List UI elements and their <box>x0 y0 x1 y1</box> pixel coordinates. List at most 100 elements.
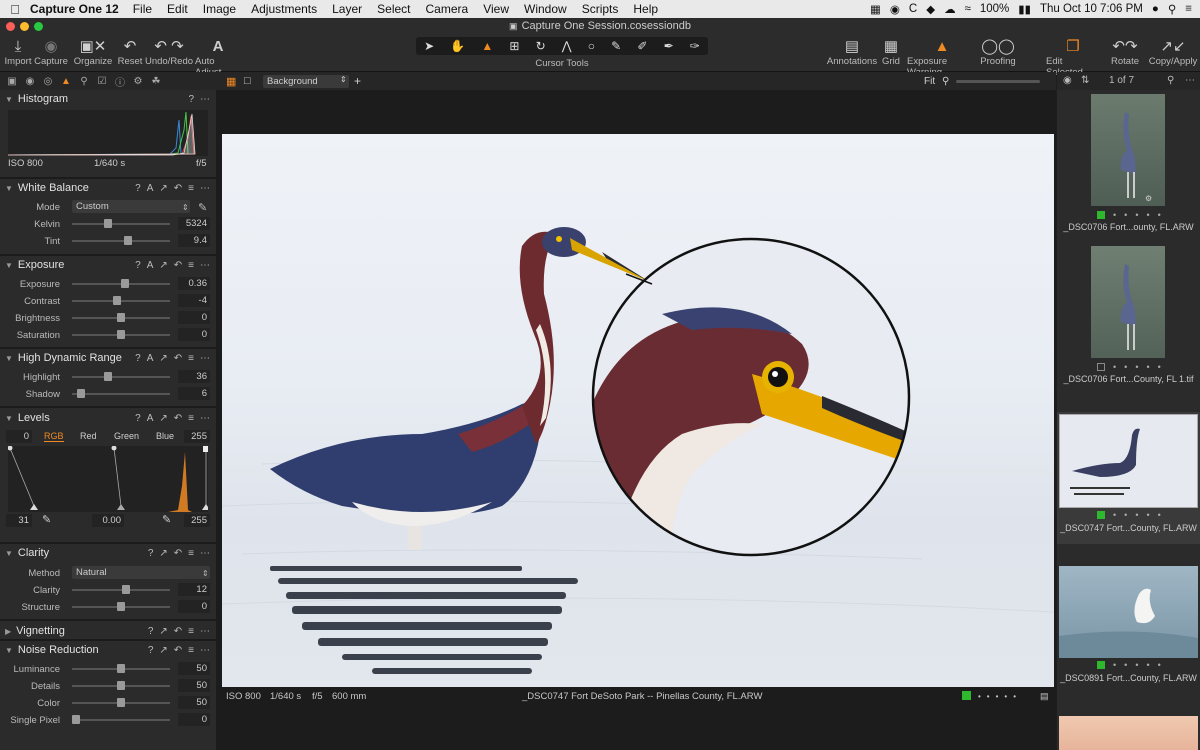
help-icon[interactable]: ? <box>135 183 141 194</box>
star-rating[interactable]: ••••• <box>978 692 1022 701</box>
more-icon[interactable]: ⋯ <box>200 183 210 194</box>
reset-icon[interactable]: ↶ <box>174 626 182 637</box>
histogram-header[interactable]: ▼ Histogram? ⋯ <box>0 90 216 108</box>
undo-redo-button[interactable]: ↶ ↷ Undo/Redo <box>145 36 193 67</box>
select-cursor-icon[interactable]: ➤ <box>424 39 434 53</box>
help-icon[interactable]: ? <box>135 413 141 424</box>
zoom-slider[interactable] <box>956 80 1040 83</box>
layer-brush-icon[interactable]: ▲ <box>481 39 493 53</box>
crop-icon[interactable]: ⊞ <box>509 39 519 53</box>
auto-icon[interactable]: A <box>147 183 154 194</box>
shadow-value[interactable]: 6 <box>178 387 210 400</box>
reset-icon[interactable]: ↶ <box>174 260 182 271</box>
multi-view-icon[interactable]: ▦ <box>226 75 236 88</box>
minimize-window-button[interactable] <box>20 22 29 31</box>
brightness-slider-knob[interactable] <box>117 313 125 322</box>
shadow-slider[interactable] <box>72 393 170 395</box>
help-icon[interactable]: ? <box>148 626 154 637</box>
highlight-slider-knob[interactable] <box>104 372 113 381</box>
single-view-icon[interactable]: □ <box>244 75 251 87</box>
details-slider-knob[interactable] <box>117 681 125 690</box>
apple-menu-icon[interactable]:  <box>0 2 30 17</box>
clarity-header[interactable]: ▼ Clarity? ↗ ↶ ≡ ⋯ <box>0 544 216 562</box>
white-eyedropper-icon[interactable]: ✎ <box>162 513 171 526</box>
color-slider-knob[interactable] <box>117 698 125 707</box>
levels-channel-blue[interactable]: Blue <box>156 431 174 441</box>
tint-value[interactable]: 9.4 <box>178 234 210 247</box>
levels-mid-value[interactable]: 0.00 <box>92 514 124 527</box>
reset-icon[interactable]: ↶ <box>174 183 182 194</box>
menu-edit[interactable]: Edit <box>167 2 188 16</box>
cloud-icon[interactable]: ☁ <box>944 2 956 16</box>
menu-window[interactable]: Window <box>524 2 567 16</box>
presets-icon[interactable]: ≡ <box>188 548 194 559</box>
more-icon[interactable]: ⋯ <box>200 413 210 424</box>
spot-removal-icon[interactable]: ○ <box>588 39 595 53</box>
proofing-button[interactable]: ◯◯ Proofing <box>980 36 1016 67</box>
info-panel-icon[interactable]: ▤ <box>1040 691 1049 702</box>
zoom-fit-label[interactable]: Fit <box>924 76 935 87</box>
help-icon[interactable]: ? <box>135 260 141 271</box>
clarity-slider-knob[interactable] <box>122 585 131 594</box>
hdr-header[interactable]: ▼ High Dynamic Range? A ↗ ↶ ≡ ⋯ <box>0 349 216 367</box>
contrast-value[interactable]: -4 <box>178 294 210 307</box>
reset-button[interactable]: ↶ Reset <box>117 36 143 67</box>
eye-icon[interactable]: ◉ <box>1063 75 1072 86</box>
eraser-icon[interactable]: ✑ <box>690 39 700 53</box>
menu-image[interactable]: Image <box>203 2 236 16</box>
exposure-header[interactable]: ▼ Exposure? A ↗ ↶ ≡ ⋯ <box>0 256 216 274</box>
color-tag[interactable] <box>1097 661 1105 669</box>
levels-top-right-handle[interactable] <box>203 446 208 452</box>
wifi-icon[interactable]: ≈ <box>965 3 971 15</box>
reset-icon[interactable]: ↶ <box>174 548 182 559</box>
levels-channel-red[interactable]: Red <box>80 431 97 441</box>
thumbnail[interactable]: • • • • • _DSC0891 Fort...County, FL.ARW <box>1057 566 1200 716</box>
more-icon[interactable]: ⋯ <box>200 548 210 559</box>
exposure-value[interactable]: 0.36 <box>178 277 210 290</box>
highlight-slider[interactable] <box>72 376 170 378</box>
levels-channel-rgb[interactable]: RGB <box>44 431 64 442</box>
film-icon[interactable]: ▦ <box>870 2 881 16</box>
thumbnail[interactable]: • • • • • _DSC0706 Fort...County, FL 1.tif <box>1057 242 1200 392</box>
eyedropper-icon[interactable]: ✎ <box>198 201 207 214</box>
thumbnail-rating[interactable]: • • • • • <box>1097 660 1177 670</box>
more-icon[interactable]: ⋯ <box>200 353 210 364</box>
library-tab-icon[interactable]: ▣ <box>6 76 18 87</box>
auto-icon[interactable]: A <box>147 413 154 424</box>
copy-icon[interactable]: ↗ <box>159 645 167 656</box>
levels-channel-green[interactable]: Green <box>114 431 139 441</box>
noise-reduction-header[interactable]: ▼ Noise Reduction? ↗ ↶ ≡ ⋯ <box>0 641 216 659</box>
thumbnail[interactable]: ⚙ • • • • • _DSC0706 Fort...ounty, FL.ARW <box>1057 90 1200 240</box>
kelvin-value[interactable]: 5324 <box>178 217 210 230</box>
clarity-value[interactable]: 12 <box>178 583 210 596</box>
help-icon[interactable]: ? <box>135 353 141 364</box>
more-icon[interactable]: ⋯ <box>200 626 210 637</box>
c-status-icon[interactable]: C <box>909 3 917 15</box>
menu-camera[interactable]: Camera <box>426 2 469 16</box>
levels-output-high[interactable]: 255 <box>184 430 210 443</box>
thumbnail-selected[interactable]: • • • • • _DSC0747 Fort...County, FL.ARW <box>1057 412 1200 544</box>
thumbnail-rating[interactable]: • • • • • <box>1097 362 1177 372</box>
black-eyedropper-icon[interactable]: ✎ <box>42 513 51 526</box>
levels-input-high-value[interactable]: 255 <box>184 514 210 527</box>
copy-apply-button[interactable]: ↗↙ Copy/Apply <box>1149 36 1198 67</box>
more-icon[interactable]: ⋯ <box>1185 75 1195 86</box>
menu-adjustments[interactable]: Adjustments <box>251 2 317 16</box>
app-menu[interactable]: Capture One 12 <box>30 2 119 16</box>
reset-icon[interactable]: ↶ <box>174 413 182 424</box>
presets-icon[interactable]: ≡ <box>188 183 194 194</box>
battery-icon[interactable]: ▮▮ <box>1018 2 1031 16</box>
gradient-icon[interactable]: ✒ <box>664 39 674 53</box>
brightness-value[interactable]: 0 <box>178 311 210 324</box>
wb-mode-select[interactable]: Custom <box>72 200 190 213</box>
kelvin-slider[interactable] <box>72 223 170 225</box>
rotate-cursor-icon[interactable]: ↻ <box>536 39 546 53</box>
menu-select[interactable]: Select <box>377 2 410 16</box>
output-tab-icon[interactable]: ⚙ <box>132 76 144 87</box>
copy-icon[interactable]: ↗ <box>159 260 167 271</box>
user-icon[interactable]: ● <box>1152 3 1159 15</box>
auto-icon[interactable]: A <box>147 260 154 271</box>
capture-button[interactable]: ◉ Capture <box>34 36 68 67</box>
details-tab-icon[interactable]: ☑ <box>96 76 108 87</box>
auto-icon[interactable]: A <box>147 353 154 364</box>
